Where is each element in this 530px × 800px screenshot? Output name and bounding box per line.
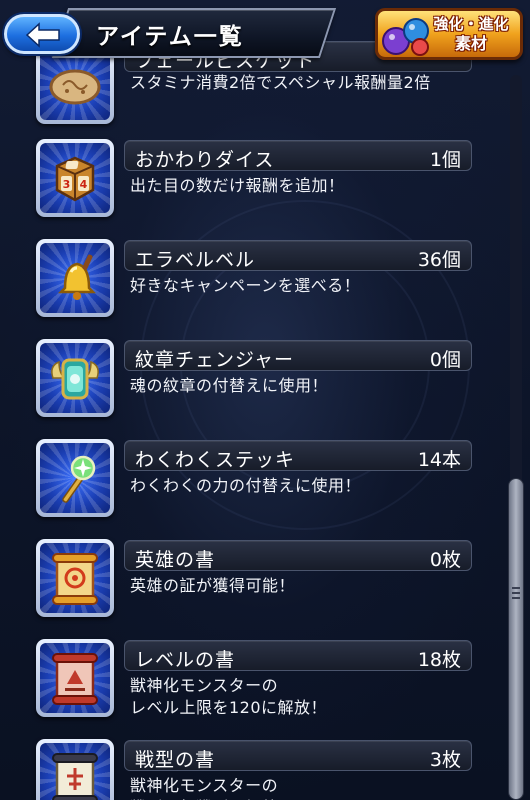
back-arrow-icon [25,22,60,48]
item-description: スタミナ消費2倍でスペシャル報酬量2倍 [130,73,431,92]
item-list[interactable]: フェールビスケット スタミナ消費2倍でスペシャル報酬量2倍 3 4 おかわりダイ… [0,0,500,800]
item-quantity: 0枚 [429,549,461,571]
bell-icon [57,254,97,300]
scrollbar-thumb[interactable] [508,478,524,800]
item-name: わくわくステッキ [135,449,296,471]
biscuit-icon [49,69,101,105]
page-title: アイテム一覧 [96,24,244,50]
back-button[interactable] [4,14,80,54]
list-item[interactable]: レベルの書 18枚 獣神化モンスターの レベル上限を120に解放！ [0,637,500,737]
item-description: 英雄の証が獲得可能！ [130,576,296,595]
list-item[interactable]: 紋章チェンジャー 0個 魂の紋章の付替えに使用！ [0,337,500,437]
list-item[interactable]: エラベルベル 36個 好きなキャンペーンを選べる！ [0,237,500,337]
header-bar: アイテム一覧 強化・進化 素材 [0,0,530,62]
item-name: エラベルベル [135,249,256,271]
power-up-label-line2: 素材 [454,34,487,53]
power-up-materials-button[interactable]: 強化・進化 素材 [375,8,523,60]
item-icon-frame [36,739,114,800]
power-up-label: 強化・進化 素材 [428,14,514,54]
item-name-bar: 戦型の書 3枚 [124,740,472,771]
item-quantity: 1個 [429,149,461,171]
list-item[interactable]: 3 4 おかわりダイス 1個 出た目の数だけ報酬を追加！ [0,137,500,237]
item-name: レベルの書 [135,649,236,671]
grip-line [512,597,520,599]
emblem-changer-icon [51,358,99,400]
item-description: 魂の紋章の付替えに使用！ [130,376,329,395]
svg-text:3: 3 [63,178,71,191]
item-name-bar: おかわりダイス 1個 [124,140,472,171]
item-quantity: 36個 [417,249,461,271]
item-name-bar: 英雄の書 0枚 [124,540,472,571]
item-description: 獣神化モンスターの レベル上限を120に解放！ [130,676,328,717]
item-name: 英雄の書 [135,549,216,571]
item-icon-frame [36,539,114,617]
item-description: 獣神化モンスターの 戦型を超戦型に解放！ [130,776,295,800]
list-item[interactable]: 英雄の書 0枚 英雄の証が獲得可能！ [0,537,500,637]
list-item[interactable]: 戦型の書 3枚 獣神化モンスターの 戦型を超戦型に解放！ [0,737,500,800]
item-quantity: 14本 [417,449,461,471]
grip-line [512,587,520,589]
grip-line [512,592,520,594]
item-name: おかわりダイス [135,149,275,171]
dice-icon: 3 4 [55,156,95,202]
item-name: 紋章チェンジャー [135,349,295,371]
item-name-bar: わくわくステッキ 14本 [124,440,472,471]
item-name-bar: 紋章チェンジャー 0個 [124,340,472,371]
item-description: 好きなキャンペーンを選べる！ [130,276,361,295]
item-quantity: 18枚 [417,649,461,671]
item-list-screen: フェールビスケット スタミナ消費2倍でスペシャル報酬量2倍 3 4 おかわりダイ… [0,0,530,800]
item-quantity: 3枚 [429,749,461,771]
item-description: わくわくの力の付替えに使用！ [130,476,362,495]
item-icon-frame [36,639,114,717]
item-icon-frame [36,439,114,517]
svg-text:4: 4 [80,178,88,191]
item-name-bar: エラベルベル 36個 [124,240,472,271]
item-icon-frame [36,239,114,317]
hero-scroll-icon [52,553,98,605]
item-name: 戦型の書 [135,749,216,771]
level-scroll-icon [52,653,98,705]
power-up-label-line1: 強化・進化 [433,15,509,33]
item-name-bar: レベルの書 18枚 [124,640,472,671]
list-item[interactable]: わくわくステッキ 14本 わくわくの力の付替えに使用！ [0,437,500,537]
item-description: 出た目の数だけ報酬を追加！ [130,176,345,195]
battle-type-scroll-icon [52,753,98,800]
wand-icon [62,455,96,503]
item-icon-frame [36,339,114,417]
item-icon-frame: 3 4 [36,139,114,217]
item-quantity: 0個 [429,349,461,371]
